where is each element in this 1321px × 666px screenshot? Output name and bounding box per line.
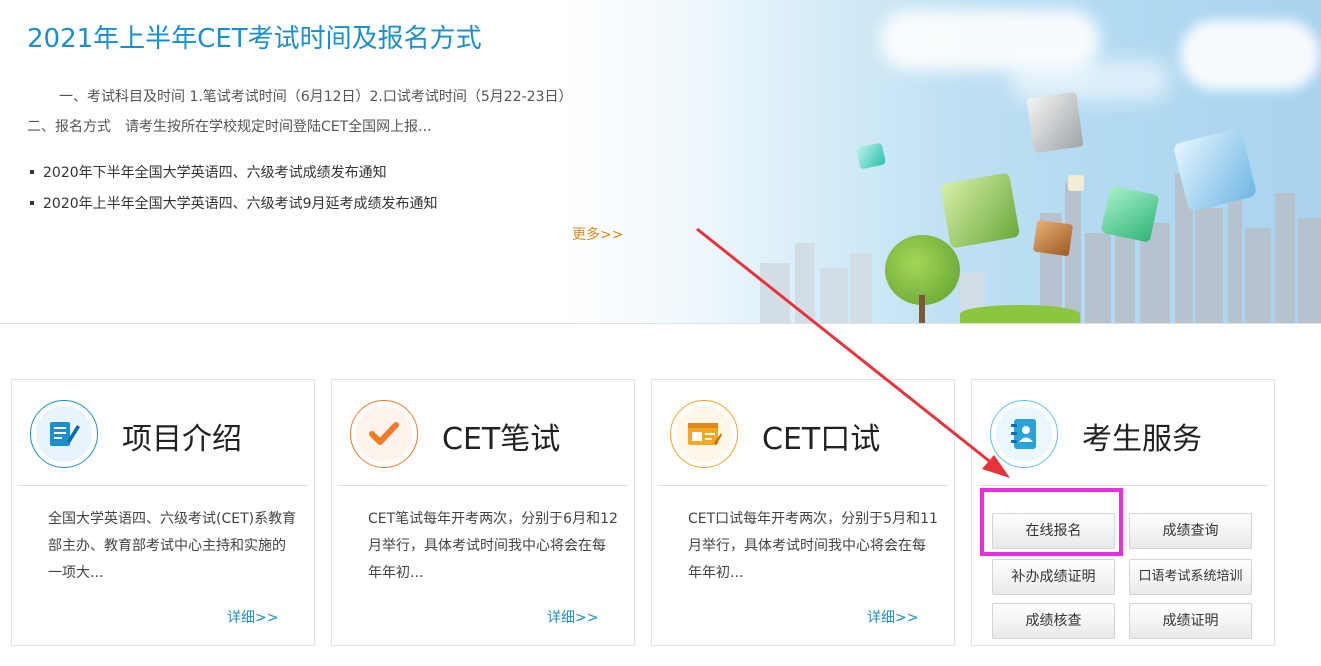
highlight-box [980,488,1123,556]
bullet-icon [30,200,34,205]
score-verification-button[interactable]: 成绩核查 [992,603,1115,639]
card-description: 全国大学英语四、六级考试(CET)系教育部主办、教育部考试中心主持和实施的一项大… [48,511,297,581]
card-title: CET笔试 [442,422,561,457]
cube-decoration [1032,219,1074,257]
card-header: 考生服务 [978,380,1268,486]
checkmark-icon [350,400,418,468]
news-title[interactable]: 2021年上半年CET考试时间及报名方式 [27,18,482,55]
card-header: 项目介绍 [18,380,308,486]
oral-exam-system-training-button[interactable]: 口语考试系统培训 [1129,559,1252,595]
card-header: CET口试 [658,380,948,486]
card-title: CET口试 [762,422,881,457]
details-link[interactable]: 详细>> [227,607,278,627]
reissue-score-certificate-button[interactable]: 补办成绩证明 [992,559,1115,595]
news-item-label: 2020年上半年全国大学英语四、六级考试9月延考成绩发布通知 [43,196,438,212]
news-item-label: 2020年下半年全国大学英语四、六级考试成绩发布通知 [43,165,387,181]
more-news-link[interactable]: 更多>> [572,224,623,244]
id-card-icon [670,400,738,468]
news-summary: 一、考试科目及时间 1.笔试考试时间（6月12日）2.口试考试时间（5月22-2… [27,89,573,135]
details-link[interactable]: 详细>> [867,607,918,627]
score-query-button[interactable]: 成绩查询 [1129,513,1252,549]
news-item[interactable]: 2020年上半年全国大学英语四、六级考试9月延考成绩发布通知 [30,189,438,220]
card-title: 项目介绍 [122,422,242,457]
card-cet-oral: CET口试 CET口试每年开考两次，分别于5月和11月举行，具体考试时间我中心将… [651,379,955,646]
cube-decoration [1068,175,1084,191]
card-cet-written: CET笔试 CET笔试每年开考两次，分别于6月和12月举行，具体考试时间我中心将… [331,379,635,646]
card-header: CET笔试 [338,380,628,486]
cube-decoration [1100,185,1160,243]
card-description: CET口试每年开考两次，分别于5月和11月举行，具体考试时间我中心将会在每年年初… [688,511,938,581]
details-link[interactable]: 详细>> [547,607,598,627]
tree-trunk-decoration [919,295,925,323]
news-banner: 2021年上半年CET考试时间及报名方式 一、考试科目及时间 1.笔试考试时间（… [0,0,1321,323]
cube-decoration [939,172,1021,249]
document-edit-icon [30,400,98,468]
cube-decoration [1026,91,1084,154]
card-description: CET笔试每年开考两次，分别于6月和12月举行，具体考试时间我中心将会在每年年初… [368,511,618,581]
news-list: 2020年下半年全国大学英语四、六级考试成绩发布通知 2020年上半年全国大学英… [30,158,438,220]
score-certificate-button[interactable]: 成绩证明 [1129,603,1252,639]
address-book-icon [990,400,1058,468]
bullet-icon [30,169,34,174]
banner-divider [0,323,1321,324]
news-item[interactable]: 2020年下半年全国大学英语四、六级考试成绩发布通知 [30,158,438,189]
card-project-intro: 项目介绍 全国大学英语四、六级考试(CET)系教育部主办、教育部考试中心主持和实… [11,379,315,646]
card-title: 考生服务 [1082,422,1202,457]
